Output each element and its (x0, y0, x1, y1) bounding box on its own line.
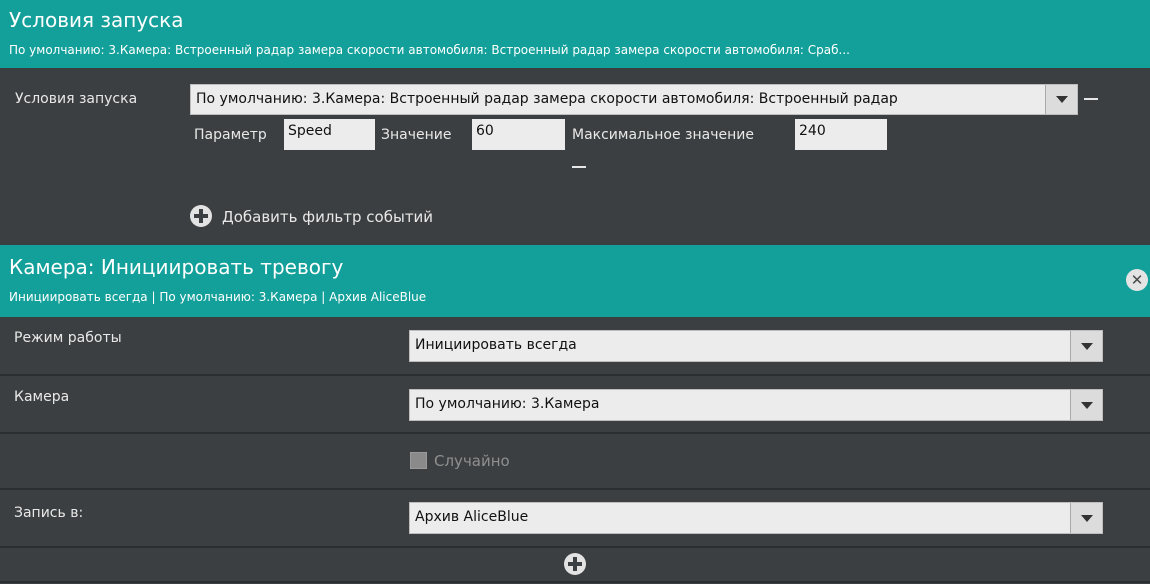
launch-conditions-label: Условия запуска (15, 91, 138, 107)
mode-label: Режим работы (14, 330, 122, 346)
action-summary: Инициировать всегда | По умолчанию: 3.Ка… (9, 290, 427, 304)
row-divider (0, 488, 1150, 490)
value-label: Значение (381, 127, 452, 143)
row-divider (0, 374, 1150, 376)
record-label: Запись в: (14, 505, 84, 521)
parameter-label: Параметр (194, 127, 267, 143)
add-action-icon[interactable] (564, 553, 586, 575)
row-divider (0, 432, 1150, 434)
add-filter-icon[interactable] (190, 205, 212, 227)
launch-conditions-header: Условия запуска По умолчанию: 3.Камера: … (0, 0, 1150, 68)
row-divider (0, 546, 1150, 548)
mode-value: Инициировать всегда (415, 337, 577, 353)
dropdown-arrow-icon[interactable] (1045, 85, 1077, 114)
add-filter-link[interactable]: Добавить фильтр событий (222, 208, 433, 226)
launch-condition-value: По умолчанию: 3.Камера: Встроенный радар… (196, 91, 898, 107)
action-header: Камера: Инициировать тревогу Инициироват… (0, 245, 1150, 317)
camera-value: По умолчанию: 3.Камера (415, 396, 600, 412)
action-title: Камера: Инициировать тревогу (9, 255, 344, 279)
random-checkbox[interactable] (410, 452, 427, 469)
max-value-input[interactable]: 240 (795, 119, 887, 150)
remove-condition-icon[interactable] (1084, 98, 1098, 100)
record-select[interactable]: Архив AliceBlue (409, 502, 1103, 534)
close-icon[interactable]: ✕ (1126, 269, 1148, 291)
dropdown-arrow-icon[interactable] (1070, 331, 1102, 361)
remove-filter-icon[interactable] (572, 166, 586, 168)
camera-select[interactable]: По умолчанию: 3.Камера (409, 389, 1103, 421)
camera-label: Камера (14, 389, 70, 405)
dropdown-arrow-icon[interactable] (1070, 503, 1102, 533)
record-value: Архив AliceBlue (415, 509, 529, 525)
mode-select[interactable]: Инициировать всегда (409, 330, 1103, 362)
row-divider (0, 581, 1150, 583)
max-value-label: Максимальное значение (572, 127, 754, 143)
launch-conditions-title: Условия запуска (9, 8, 184, 32)
launch-condition-select[interactable]: По умолчанию: 3.Камера: Встроенный радар… (190, 84, 1078, 115)
parameter-input[interactable]: Speed (284, 119, 375, 150)
value-input[interactable]: 60 (472, 119, 565, 150)
dropdown-arrow-icon[interactable] (1070, 390, 1102, 420)
random-label: Случайно (434, 452, 510, 470)
launch-conditions-summary: По умолчанию: 3.Камера: Встроенный радар… (9, 43, 850, 57)
